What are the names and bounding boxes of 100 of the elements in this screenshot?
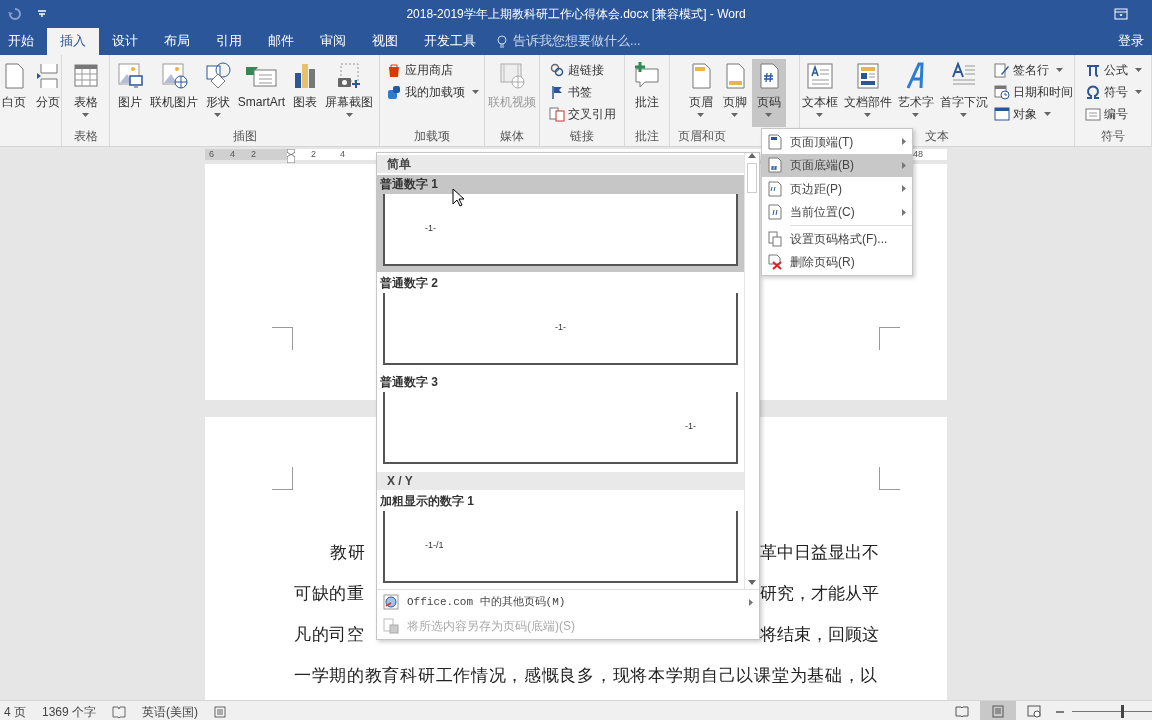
bookmark-button[interactable]: 书签 <box>545 81 619 103</box>
scrollbar-thumb[interactable] <box>746 163 757 193</box>
margin-mark <box>272 327 293 350</box>
scroll-up-icon <box>747 153 756 158</box>
document-text: 教研 <box>330 541 366 564</box>
status-text[interactable]: 1369 个字 <box>42 702 97 720</box>
gallery-item[interactable]: 普通数字 1 -1- <box>377 175 744 272</box>
page-margin-icon <box>768 180 782 197</box>
object-button[interactable]: 对象 <box>990 103 1076 125</box>
gallery-menu-item[interactable]: Office.com 中的其他页码(M) <box>377 590 759 614</box>
screenshot-button[interactable]: 屏幕截图 <box>322 59 377 127</box>
footer-button[interactable]: 页脚 <box>717 59 752 127</box>
ribbon-tab[interactable]: 布局 <box>151 28 203 55</box>
group-label: 文本 <box>925 129 949 143</box>
menu-item[interactable]: 页面顶端(T) <box>762 130 912 154</box>
macro-icon <box>214 705 227 718</box>
submenu-arrow-icon <box>902 185 906 193</box>
proofing-icon <box>112 705 127 718</box>
chart-button[interactable]: 图表 <box>288 59 323 127</box>
menu-item[interactable]: 设置页码格式(F)... <box>762 227 912 251</box>
my-addins-button[interactable]: 我的加载项 <box>382 81 482 103</box>
page-bottom-icon <box>768 157 782 174</box>
equation-button[interactable]: 公式 <box>1081 59 1145 81</box>
shapes-button[interactable]: 形状 <box>200 59 235 127</box>
ribbon-tab[interactable]: 设计 <box>99 28 151 55</box>
wordart-button[interactable]: 艺术字 <box>894 59 937 127</box>
menu-item[interactable]: 页边距(P) <box>762 177 912 201</box>
current-position-icon <box>768 204 782 221</box>
sign-in-link[interactable]: 登录 <box>1118 32 1144 51</box>
page-number-preview: -1- <box>425 222 436 236</box>
ribbon-tab[interactable]: 邮件 <box>255 28 307 55</box>
print-layout-button[interactable] <box>980 701 1016 720</box>
status-text[interactable]: 4 页 <box>4 702 26 720</box>
group-label: 加载项 <box>414 129 450 143</box>
gallery-item-label: 加粗显示的数字 1 <box>380 494 474 508</box>
zoom-thumb[interactable] <box>1120 705 1124 718</box>
numbering-icon <box>1084 106 1101 122</box>
ruler-number: 48 <box>913 149 923 160</box>
drop-cap-button[interactable]: 首字下沉 <box>936 59 991 127</box>
group-label: 插图 <box>232 129 257 143</box>
margin-mark <box>879 327 900 350</box>
tell-me-field[interactable]: 告诉我您想要做什么... <box>511 31 681 52</box>
addin-icon <box>385 84 402 100</box>
online-picture-button[interactable]: 联机图片 <box>146 59 201 127</box>
film-icon <box>498 61 526 91</box>
status-text[interactable]: 英语(美国) <box>142 702 199 720</box>
date-time-button[interactable]: 日期和时间 <box>990 81 1076 103</box>
text-box-button[interactable]: 文本框 <box>798 59 841 127</box>
ribbon-tab[interactable]: 插入 <box>47 28 99 55</box>
store-button[interactable]: 应用商店 <box>382 59 482 81</box>
submenu-arrow-icon <box>902 208 906 216</box>
gallery-item-label: 普通数字 2 <box>380 276 438 290</box>
ruler-number: 4 <box>230 149 236 160</box>
picture-button[interactable]: 图片 <box>112 59 147 127</box>
symbol-button[interactable]: 符号 <box>1081 81 1145 103</box>
office-globe-icon <box>383 594 399 610</box>
gallery-item[interactable]: 加粗显示的数字 1 -1-/1 <box>377 492 744 589</box>
document-text: 可缺的重 <box>294 582 365 605</box>
comment-button[interactable]: 批注 <box>629 59 665 127</box>
table-button[interactable]: 表格 <box>68 59 103 127</box>
print-view-icon <box>991 705 1005 718</box>
group-label: 页眉和页 <box>678 129 726 143</box>
ribbon-tab[interactable]: 引用 <box>203 28 255 55</box>
ribbon-tab[interactable]: 开始 <box>0 28 47 55</box>
quick-parts-button[interactable]: 文档部件 <box>840 59 895 127</box>
numbering-button[interactable]: 编号 <box>1081 103 1145 125</box>
calendar-clock-icon <box>993 84 1010 100</box>
window-title: 2018-2019学年上期教科研工作心得体会.docx [兼容模式] - Word <box>406 7 746 21</box>
gallery-item[interactable]: 普通数字 2 -1- <box>377 274 744 371</box>
submenu-arrow-icon <box>749 598 753 606</box>
page-break-button[interactable]: 分页 <box>30 59 65 127</box>
omega-icon <box>1084 84 1101 100</box>
menu-item[interactable]: 页面底端(B) <box>762 153 912 177</box>
page-number-button[interactable]: 页码 <box>751 59 786 127</box>
gallery-item-label: 普通数字 3 <box>380 375 438 389</box>
smartart-button[interactable]: SmartArt <box>234 59 289 127</box>
signature-line-button[interactable]: 签名行 <box>990 59 1076 81</box>
margin-mark <box>272 467 293 490</box>
menu-item[interactable]: 当前位置(C) <box>762 200 912 224</box>
blank-page-button[interactable]: 白页 <box>0 59 31 127</box>
group-label: 媒体 <box>500 129 524 143</box>
gallery-item[interactable]: 普通数字 3 -1- <box>377 373 744 470</box>
header-button[interactable]: 页眉 <box>683 59 718 127</box>
ribbon-tab[interactable]: 视图 <box>359 28 411 55</box>
pi-icon <box>1084 62 1101 78</box>
ribbon-tab[interactable]: 开发工具 <box>411 28 489 55</box>
delete-icon <box>768 254 782 271</box>
submenu-arrow-icon <box>902 161 906 169</box>
hyperlink-button[interactable]: 超链接 <box>545 59 619 81</box>
picture-icon <box>115 61 144 91</box>
ribbon-tab[interactable]: 审阅 <box>307 28 359 55</box>
signature-icon <box>993 62 1010 78</box>
undo-icon <box>8 7 22 21</box>
document-text: 革中日益显出不 <box>760 541 879 564</box>
margin-mark <box>879 467 900 490</box>
group-label: 批注 <box>635 129 659 143</box>
lightbulb-icon <box>497 34 507 49</box>
ruler-number: 2 <box>311 149 316 160</box>
menu-item[interactable]: 删除页码(R) <box>762 250 912 274</box>
cross-reference-button[interactable]: 交叉引用 <box>545 103 619 125</box>
